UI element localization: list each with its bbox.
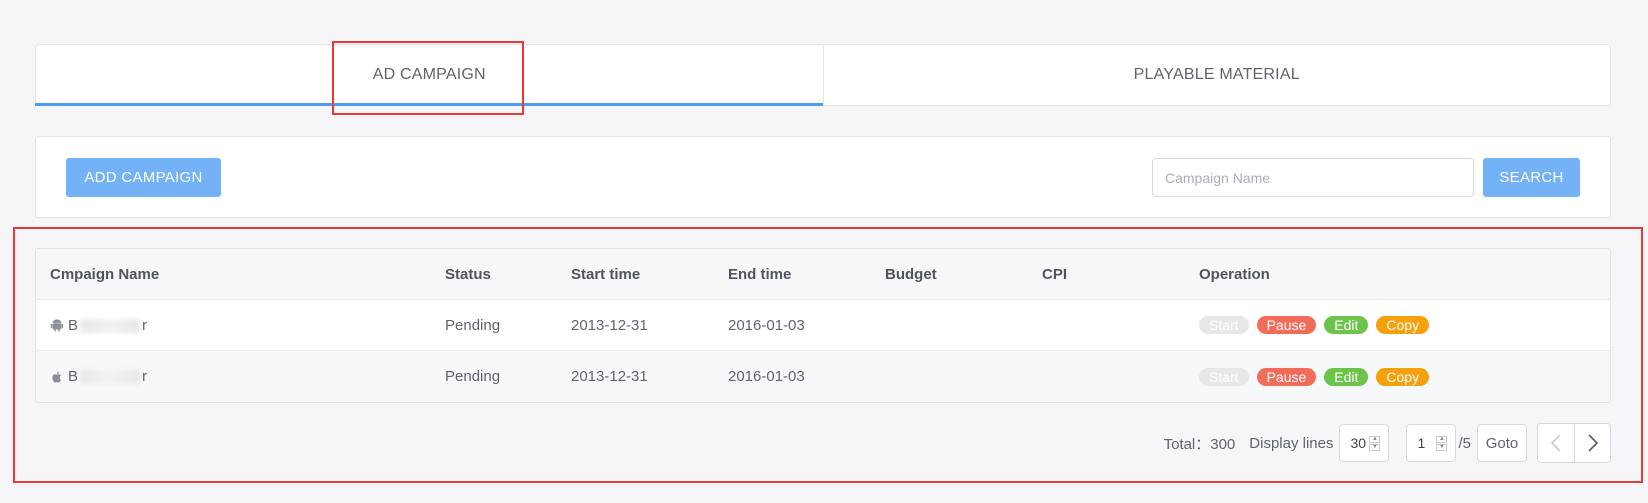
table-row: Br Pending 2013-12-31 2016-01-03 Start P… [36, 300, 1610, 351]
header-campaign-name[interactable]: Cmpaign Name [36, 266, 445, 283]
table-row: Br Pending 2013-12-31 2016-01-03 Start P… [36, 351, 1610, 402]
edit-button[interactable]: Edit [1324, 367, 1369, 386]
apple-icon [52, 371, 62, 383]
operation-cell: Start Pause Edit Copy [1199, 367, 1610, 386]
copy-button[interactable]: Copy [1376, 316, 1430, 334]
search-button[interactable]: SEARCH [1483, 158, 1580, 197]
chevron-left-icon [1550, 434, 1561, 452]
stepper-arrows: ▲ ▼ [1369, 435, 1381, 451]
header-budget[interactable]: Budget [885, 266, 1042, 283]
tab-ad-campaign[interactable]: AD CAMPAIGN [35, 45, 823, 106]
campaign-table: Cmpaign Name Status Start time End time … [35, 248, 1611, 403]
display-lines-label: Display lines [1249, 434, 1334, 452]
tab-bar: AD CAMPAIGN PLAYABLE MATERIAL [35, 44, 1611, 106]
pause-button[interactable]: Pause [1256, 367, 1317, 386]
status-cell: Pending [445, 368, 501, 385]
display-lines-stepper[interactable]: 30 ▲ ▼ [1339, 424, 1390, 462]
add-campaign-button[interactable]: ADD CAMPAIGN [66, 158, 221, 197]
copy-button[interactable]: Copy [1376, 367, 1430, 386]
start-button[interactable]: Start [1199, 367, 1249, 386]
redacted-text [80, 370, 141, 385]
header-start-time[interactable]: Start time [571, 266, 728, 283]
campaign-name-start: B [68, 316, 79, 334]
campaign-name-end: r [142, 368, 148, 385]
header-cpi[interactable]: CPI [1042, 266, 1199, 283]
header-status[interactable]: Status [445, 266, 571, 283]
page-number-value: 1 [1417, 435, 1426, 451]
page-number-stepper[interactable]: 1 ▲ ▼ [1406, 424, 1457, 462]
start-time-cell: 2013-12-31 [571, 316, 648, 334]
start-time-cell: 2013-12-31 [571, 368, 648, 385]
campaign-search-input[interactable] [1152, 158, 1474, 197]
goto-button[interactable]: Goto [1477, 424, 1527, 462]
header-end-time[interactable]: End time [728, 266, 885, 283]
campaign-toolbar: ADD CAMPAIGN SEARCH [35, 136, 1611, 218]
campaign-name-start: B [68, 368, 79, 385]
end-time-cell: 2016-01-03 [728, 316, 805, 334]
android-icon [50, 319, 64, 332]
campaign-name-end: r [142, 316, 148, 334]
status-cell: Pending [445, 316, 501, 334]
page-nav [1537, 423, 1611, 463]
campaign-name: Br [68, 368, 147, 385]
table-header-row: Cmpaign Name Status Start time End time … [36, 249, 1610, 300]
prev-page-button[interactable] [1538, 424, 1574, 462]
end-time-cell: 2016-01-03 [728, 368, 805, 385]
chevron-right-icon [1587, 434, 1598, 452]
edit-button[interactable]: Edit [1324, 316, 1369, 334]
next-page-button[interactable] [1574, 424, 1610, 462]
pagination: Total：300 Display lines 30 ▲ ▼ 1 ▲ ▼ /5 … [1163, 423, 1611, 463]
campaign-name-cell[interactable]: Br [36, 368, 445, 385]
stepper-down-icon[interactable]: ▼ [1436, 443, 1448, 451]
display-lines-value: 30 [1350, 435, 1367, 451]
operation-cell: Start Pause Edit Copy [1199, 316, 1610, 334]
redacted-text [80, 318, 141, 333]
header-operation: Operation [1199, 265, 1270, 283]
campaign-name-cell[interactable]: Br [36, 317, 445, 334]
campaign-name: Br [68, 317, 147, 334]
stepper-up-icon[interactable]: ▲ [1369, 435, 1381, 443]
page-count: /5 [1458, 434, 1471, 452]
total-count: Total：300 [1163, 435, 1236, 453]
stepper-arrows: ▲ ▼ [1436, 435, 1448, 451]
stepper-down-icon[interactable]: ▼ [1369, 443, 1381, 451]
tab-playable-material[interactable]: PLAYABLE MATERIAL [822, 45, 1611, 105]
stepper-up-icon[interactable]: ▲ [1436, 435, 1448, 443]
pause-button[interactable]: Pause [1256, 316, 1317, 334]
start-button[interactable]: Start [1199, 316, 1249, 334]
